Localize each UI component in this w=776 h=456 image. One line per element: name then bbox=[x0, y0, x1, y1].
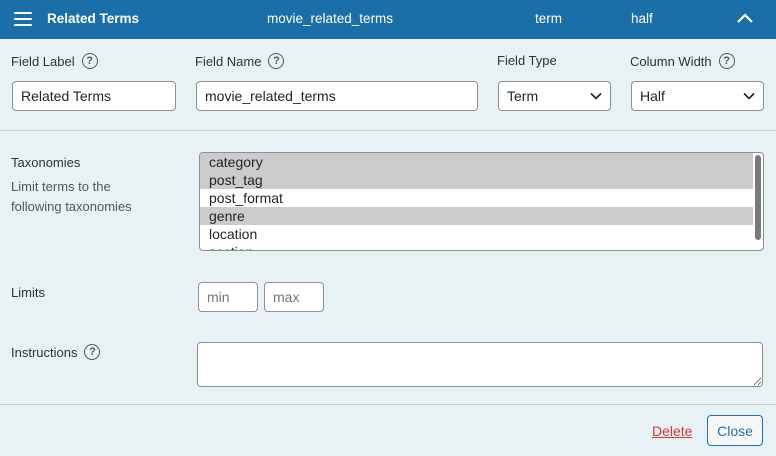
header-field-width: half bbox=[631, 11, 653, 26]
chevron-down-icon bbox=[743, 92, 755, 100]
field-type-label: Field Type bbox=[497, 53, 557, 68]
close-button[interactable]: Close bbox=[707, 415, 763, 446]
help-icon[interactable]: ? bbox=[81, 53, 98, 69]
header-field-label: Related Terms bbox=[47, 11, 140, 26]
field-label-input[interactable] bbox=[12, 81, 176, 111]
header-field-type: term bbox=[535, 11, 562, 26]
max-limit-input[interactable] bbox=[264, 282, 324, 312]
column-width-label: Column Width ? bbox=[630, 53, 735, 69]
taxonomies-label: Taxonomies bbox=[11, 155, 81, 170]
help-icon[interactable]: ? bbox=[718, 53, 735, 69]
taxonomies-multiselect[interactable]: category post_tag post_format genre location… bbox=[199, 152, 764, 251]
instructions-label: Instructions ? bbox=[11, 344, 101, 360]
hamburger-icon[interactable] bbox=[14, 12, 32, 26]
chevron-up-icon[interactable] bbox=[736, 11, 754, 25]
field-settings-row: Field Label ? Field Name ? Field Type Te… bbox=[0, 39, 776, 131]
limits-label: Limits bbox=[11, 285, 45, 300]
help-icon[interactable]: ? bbox=[268, 53, 285, 69]
field-label-label: Field Label ? bbox=[11, 53, 98, 69]
taxonomy-option[interactable]: post_tag bbox=[200, 171, 753, 189]
chevron-down-icon bbox=[590, 92, 602, 100]
min-limit-input[interactable] bbox=[198, 282, 258, 312]
field-footer: Delete Close bbox=[0, 405, 776, 456]
taxonomy-settings: Taxonomies Limit terms to the following … bbox=[0, 131, 776, 405]
listbox-scrollbar[interactable] bbox=[755, 155, 761, 240]
taxonomy-option[interactable]: post_format bbox=[200, 189, 753, 207]
taxonomies-description: Limit terms to the following taxonomies bbox=[11, 179, 132, 214]
taxonomy-option[interactable]: section bbox=[200, 243, 753, 250]
help-icon[interactable]: ? bbox=[84, 344, 101, 360]
field-name-label: Field Name ? bbox=[195, 53, 285, 69]
field-name-input[interactable] bbox=[196, 81, 478, 111]
field-type-value: Term bbox=[507, 88, 539, 104]
taxonomy-option[interactable]: location bbox=[200, 225, 753, 243]
taxonomy-option[interactable]: genre bbox=[200, 207, 753, 225]
column-width-value: Half bbox=[640, 88, 665, 104]
field-header[interactable]: Related Terms movie_related_terms term h… bbox=[0, 0, 776, 39]
field-type-select[interactable]: Term bbox=[498, 81, 611, 111]
instructions-textarea[interactable] bbox=[197, 342, 763, 387]
header-field-name: movie_related_terms bbox=[267, 11, 394, 26]
taxonomy-option[interactable]: category bbox=[200, 153, 753, 171]
column-width-select[interactable]: Half bbox=[631, 81, 764, 111]
delete-link[interactable]: Delete bbox=[652, 423, 692, 439]
